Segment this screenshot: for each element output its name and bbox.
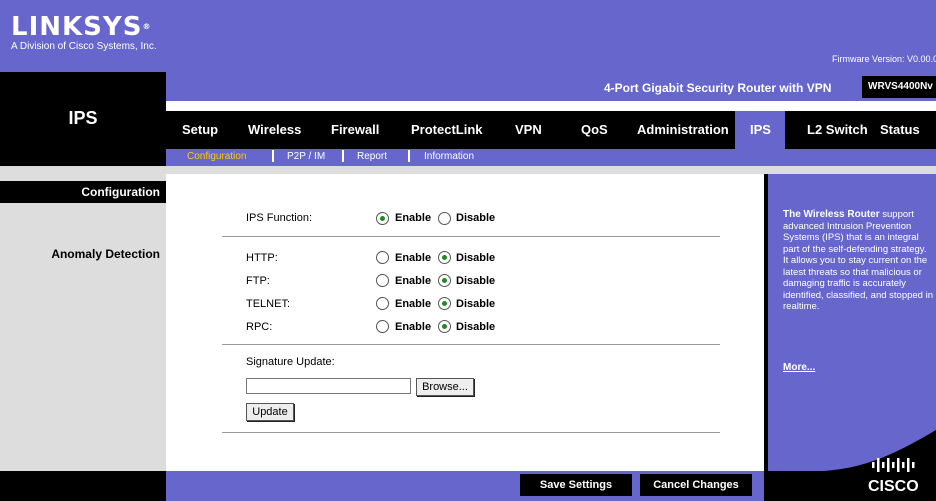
tab-ips[interactable]: IPS <box>750 122 771 137</box>
more-link[interactable]: More... <box>783 362 815 373</box>
enable-label: Enable <box>395 212 432 224</box>
ftp-label: FTP: <box>246 275 270 287</box>
page-title: IPS <box>68 108 98 128</box>
browse-button[interactable]: Browse... <box>416 378 474 396</box>
ftp-enable-radio[interactable] <box>376 274 389 287</box>
tab-firewall[interactable]: Firewall <box>331 122 379 137</box>
enable-label: Enable <box>395 275 432 287</box>
subtab-separator <box>342 150 344 162</box>
telnet-disable-radio[interactable] <box>438 297 451 310</box>
telnet-label: TELNET: <box>246 298 291 310</box>
signature-update-label: Signature Update: <box>246 356 335 368</box>
cisco-wordmark: CISCO <box>868 478 919 495</box>
signature-file-input[interactable] <box>246 378 411 394</box>
section-divider <box>222 236 720 237</box>
division-text: A Division of Cisco Systems, Inc. <box>11 41 157 52</box>
http-disable-radio[interactable] <box>438 251 451 264</box>
tab-administration[interactable]: Administration <box>637 122 729 137</box>
cancel-changes-button[interactable]: Cancel Changes <box>640 474 752 496</box>
save-settings-button[interactable]: Save Settings <box>520 474 632 496</box>
rpc-label: RPC: <box>246 321 273 333</box>
telnet-enable-radio[interactable] <box>376 297 389 310</box>
subtab-information[interactable]: Information <box>424 151 474 162</box>
firmware-version: Firmware Version: V0.00.0 <box>832 54 936 64</box>
tab-wireless[interactable]: Wireless <box>248 122 301 137</box>
subtab-report[interactable]: Report <box>357 151 387 162</box>
model-number: WRVS4400Nv <box>862 76 936 98</box>
tab-status[interactable]: Status <box>880 122 920 137</box>
update-button[interactable]: Update <box>246 403 294 421</box>
disable-label: Disable <box>456 321 496 333</box>
subtab-separator <box>272 150 274 162</box>
rpc-disable-radio[interactable] <box>438 320 451 333</box>
content-top-strip <box>0 166 936 174</box>
ips-function-enable-radio[interactable] <box>376 212 389 225</box>
linksys-logo: LINKSYS® <box>11 12 152 42</box>
enable-label: Enable <box>395 252 432 264</box>
tab-protectlink[interactable]: ProtectLink <box>411 122 483 137</box>
disable-label: Disable <box>456 252 496 264</box>
ips-function-label: IPS Function: <box>246 212 313 224</box>
product-bar-stripe <box>166 101 936 104</box>
section-configuration-label: Configuration <box>81 185 160 199</box>
enable-label: Enable <box>395 321 432 333</box>
sub-tab-bar <box>166 149 936 166</box>
section-divider <box>222 432 720 433</box>
help-intro: The Wireless Router <box>783 209 880 220</box>
help-panel-edge <box>764 174 768 471</box>
subtab-configuration[interactable]: Configuration <box>187 151 246 162</box>
help-body: support advanced Intrusion Prevention Sy… <box>783 209 933 312</box>
cisco-logo: CISCO <box>868 458 919 495</box>
product-name: 4-Port Gigabit Security Router with VPN <box>604 81 832 95</box>
enable-label: Enable <box>395 298 432 310</box>
tab-vpn[interactable]: VPN <box>515 122 542 137</box>
ips-function-disable-radio[interactable] <box>438 212 451 225</box>
disable-label: Disable <box>456 298 496 310</box>
section-anomaly-detection-label: Anomaly Detection <box>51 247 160 261</box>
http-label: HTTP: <box>246 252 278 264</box>
rpc-enable-radio[interactable] <box>376 320 389 333</box>
section-divider <box>222 344 720 345</box>
tab-setup[interactable]: Setup <box>182 122 218 137</box>
disable-label: Disable <box>456 275 496 287</box>
footer-left <box>0 471 166 501</box>
help-text: The Wireless Router support advanced Int… <box>783 209 933 313</box>
tab-l2-switch[interactable]: L2 Switch <box>807 122 868 137</box>
left-nav <box>0 174 166 471</box>
disable-label: Disable <box>456 212 496 224</box>
http-enable-radio[interactable] <box>376 251 389 264</box>
subtab-p2p-im[interactable]: P2P / IM <box>287 151 325 162</box>
subtab-separator <box>408 150 410 162</box>
tab-qos[interactable]: QoS <box>581 122 608 137</box>
ftp-disable-radio[interactable] <box>438 274 451 287</box>
